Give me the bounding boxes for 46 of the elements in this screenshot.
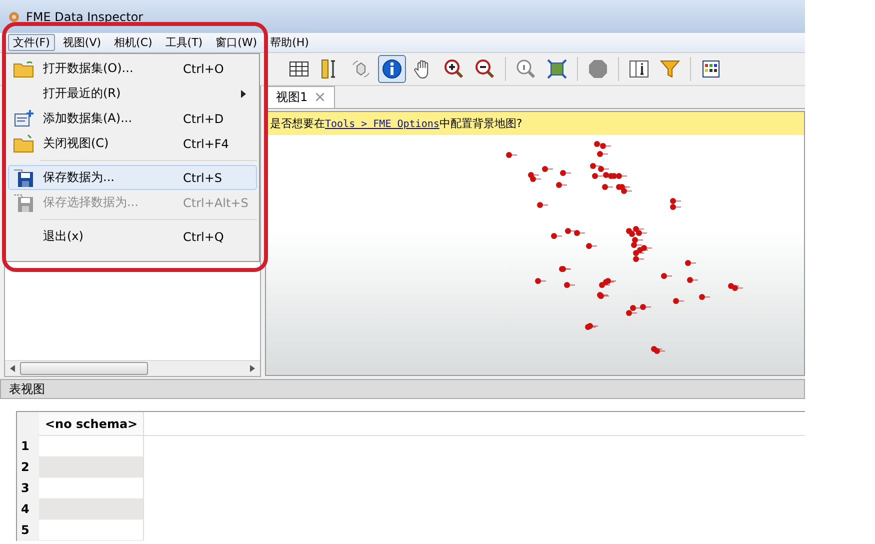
options-link[interactable]: Tools > FME Options (325, 119, 440, 130)
app-logo-icon (8, 10, 20, 22)
row-number: 3 (17, 478, 39, 499)
close-icon (316, 93, 324, 101)
menu-item[interactable]: 相机(C) (109, 34, 158, 51)
notice-text: 是否想要在Tools > FME Options中配置背景地图? (266, 112, 804, 135)
menu-item[interactable]: 窗口(W) (210, 34, 262, 51)
submenu-arrow-icon (241, 90, 246, 98)
menu-item[interactable]: 文件(F) (8, 34, 55, 51)
menu-entry[interactable]: 退出(x) Ctrl+Q (8, 224, 257, 249)
stop-icon (587, 58, 609, 80)
row-number: 1 (17, 436, 39, 457)
folder-icon (13, 134, 35, 154)
info-icon (381, 58, 403, 80)
menu-entry[interactable]: 添加数据集(A)... Ctrl+D (8, 106, 257, 131)
add-dataset-icon (13, 108, 35, 128)
menu-entry[interactable]: 打开最近的(R) (8, 81, 257, 106)
column-header[interactable]: <no schema> (39, 412, 144, 436)
filter-icon (659, 58, 681, 80)
table-corner (17, 412, 39, 436)
menu-item[interactable]: 工具(T) (160, 34, 208, 51)
magnifier-info-icon (515, 58, 537, 80)
menu-item[interactable]: 视图(V) (58, 34, 106, 51)
view-tab[interactable]: 视图1 (265, 86, 335, 108)
row-number: 2 (17, 457, 39, 478)
menu-item[interactable]: 帮助(H) (265, 34, 314, 51)
row-number: 4 (17, 499, 39, 520)
menu-entry[interactable]: 保存数据为... Ctrl+S (8, 165, 257, 190)
window-title: FME Data Inspector (26, 10, 144, 24)
floppy-disk-icon (13, 168, 35, 188)
floppy-disk-icon (13, 192, 35, 212)
info-panel-icon (628, 58, 650, 80)
zoom-extents-icon (546, 58, 568, 80)
rotate-cube-icon (350, 58, 372, 80)
scroll-left-icon (10, 365, 15, 372)
row-number: 5 (17, 520, 39, 541)
menu-entry[interactable]: 关闭视图(C) Ctrl+F4 (8, 131, 257, 156)
horizontal-scrollbar[interactable] (5, 360, 260, 376)
menu-entry[interactable]: 打开数据集(O)... Ctrl+O (8, 56, 257, 81)
color-grid-icon (700, 58, 722, 80)
zoom-out-icon (474, 58, 496, 80)
zoom-in-icon (443, 58, 465, 80)
table-view-title: 表视图 (0, 379, 805, 399)
toolbar-button[interactable] (378, 55, 406, 83)
folder-icon (13, 58, 35, 78)
scroll-right-icon (250, 365, 255, 372)
